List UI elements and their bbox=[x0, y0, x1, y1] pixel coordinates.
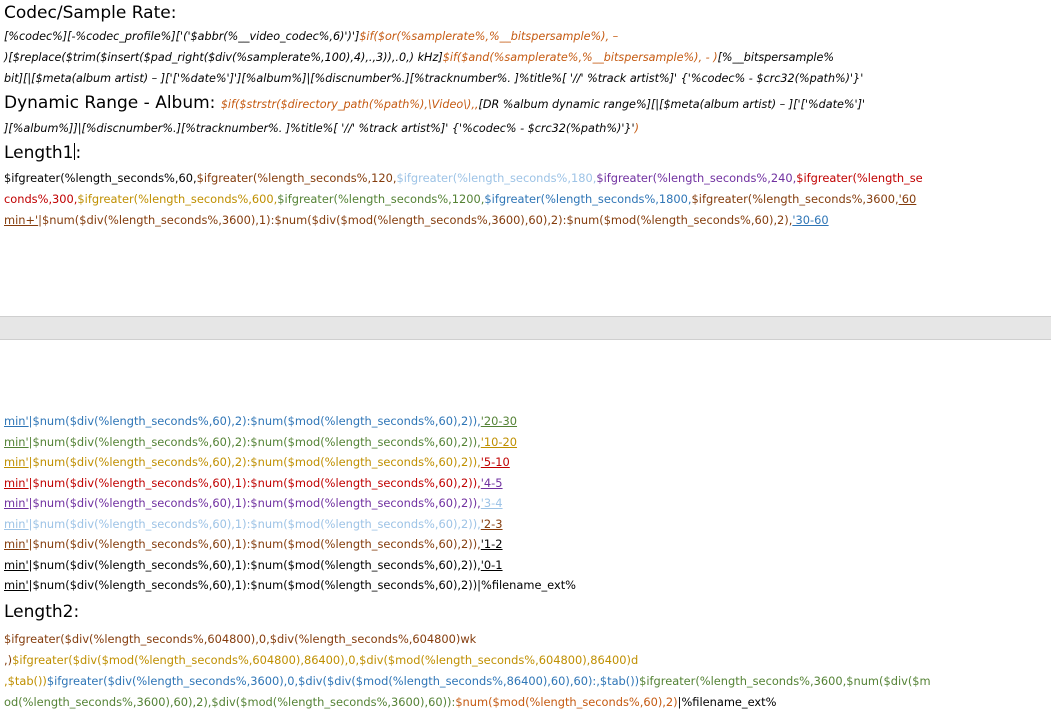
code-token: '2-3 bbox=[480, 516, 503, 531]
heading-length1-label: Length1 bbox=[4, 143, 74, 163]
heading-length2: Length2: bbox=[4, 602, 80, 622]
heading-dynamic-range-label: Dynamic Range - Album: bbox=[4, 93, 216, 113]
code-token: |$num($div(%length_seconds%,3600),1):$nu… bbox=[38, 213, 793, 227]
code-token: od(%length_seconds%,3600),60),2),$div($m… bbox=[4, 695, 456, 709]
code-token: [%codec%][-%codec_profile%]['('$abbr(%__… bbox=[4, 30, 360, 43]
code-line: min'|$num($div(%length_seconds%,60),1):$… bbox=[4, 555, 503, 576]
code-line: bit][|[$meta(album artist) – ]['['%date%… bbox=[4, 68, 863, 89]
code-token: $if($strstr($directory_path(%path%),\Vid… bbox=[220, 98, 479, 111]
code-token: ,$tab()) bbox=[4, 674, 47, 688]
code-token: [%__bitspersample% bbox=[717, 51, 835, 64]
code-token: |$num($div(%length_seconds%,60),2):$num(… bbox=[28, 434, 481, 449]
page-break-gap bbox=[0, 316, 1051, 340]
code-line: min'|$num($div(%length_seconds%,60),1):$… bbox=[4, 575, 576, 596]
code-token: '3-4 bbox=[480, 496, 503, 510]
heading-dynamic-range-album: Dynamic Range - Album: $if($strstr($dire… bbox=[4, 93, 865, 113]
code-token: |$num($div(%length_seconds%,60),1):$num(… bbox=[28, 578, 577, 592]
code-token: $ifgreater(%length_seconds%,3600, bbox=[691, 192, 899, 206]
heading-length1-colon: : bbox=[75, 143, 82, 163]
code-line: ,)$ifgreater($div($mod(%length_seconds%,… bbox=[4, 650, 638, 671]
document-page-1[interactable]: Codec/Sample Rate: [%codec%][-%codec_pro… bbox=[0, 0, 1051, 316]
code-token: '5-10 bbox=[480, 455, 510, 469]
code-token: ][%album%]]|[%discnumber%.][%tracknumber… bbox=[4, 122, 635, 135]
code-token: $ifgreater(%length_seconds%,3600,$num($d… bbox=[639, 674, 931, 688]
code-token: $ifgreater(%length_seconds%,180, bbox=[396, 171, 597, 185]
code-line: $ifgreater(%length_seconds%,60,$ifgreate… bbox=[4, 168, 923, 189]
code-line: min+'|$num($div(%length_seconds%,3600),1… bbox=[4, 210, 829, 231]
heading-codec-sample-rate: Codec/Sample Rate: bbox=[4, 3, 177, 23]
code-token: min' bbox=[4, 434, 29, 449]
code-token: min' bbox=[4, 455, 29, 469]
code-token: conds%,300, bbox=[4, 192, 78, 206]
code-token: |$num($div(%length_seconds%,60),1):$num(… bbox=[28, 557, 481, 572]
dynamic-range-format-first-line: $if($strstr($directory_path(%path%),\Vid… bbox=[221, 98, 865, 111]
code-line: min'|$num($div(%length_seconds%,60),1):$… bbox=[4, 473, 503, 494]
code-token: $ifgreater(%length_seconds%,1800, bbox=[484, 192, 692, 206]
code-line: $ifgreater($div(%length_seconds%,604800)… bbox=[4, 629, 476, 650]
code-line: conds%,300,$ifgreater(%length_seconds%,6… bbox=[4, 189, 916, 210]
code-token: [DR %album dynamic range%][|[$meta(album… bbox=[478, 98, 866, 111]
heading-length1: Length1: bbox=[4, 143, 81, 163]
code-line: od(%length_seconds%,3600),60),2),$div($m… bbox=[4, 692, 776, 713]
code-token: $if($or(%samplerate%,%__bitspersample%),… bbox=[359, 30, 619, 43]
code-token: |$num($div(%length_seconds%,60),1):$num(… bbox=[28, 537, 481, 551]
code-token: $ifgreater($div($mod(%length_seconds%,60… bbox=[12, 653, 639, 667]
code-token: |$num($div(%length_seconds%,60),2):$num(… bbox=[28, 455, 481, 469]
code-token: ,) bbox=[4, 653, 13, 667]
code-token: |$num($div(%length_seconds%,60),1):$num(… bbox=[28, 516, 481, 531]
code-token: min' bbox=[4, 537, 29, 551]
code-token: |$num($div(%length_seconds%,60),1):$num(… bbox=[28, 496, 481, 510]
code-token: $if($and(%samplerate%,%__bitspersample%)… bbox=[442, 51, 718, 64]
code-token: $ifgreater(%length_seconds%,1200, bbox=[277, 192, 485, 206]
code-token: |%filename_ext% bbox=[677, 695, 777, 709]
code-token: min' bbox=[4, 578, 29, 592]
code-token: bit][|[$meta(album artist) – ]['['%date%… bbox=[4, 72, 864, 85]
code-token: min+' bbox=[4, 213, 39, 227]
code-line: min'|$num($div(%length_seconds%,60),1):$… bbox=[4, 514, 503, 535]
code-token: '30-60 bbox=[792, 213, 829, 227]
code-line: min'|$num($div(%length_seconds%,60),2):$… bbox=[4, 432, 517, 453]
code-token: min' bbox=[4, 496, 29, 510]
code-line: min'|$num($div(%length_seconds%,60),1):$… bbox=[4, 493, 503, 514]
code-token: min' bbox=[4, 475, 29, 490]
code-token: $ifgreater(%length_seconds%,120, bbox=[196, 171, 397, 185]
code-token: '0-1 bbox=[480, 557, 503, 572]
code-token: $ifgreater(%length_seconds%,60, bbox=[4, 171, 197, 185]
code-token: $num($mod(%length_seconds%,60),2) bbox=[455, 695, 678, 709]
code-token: '4-5 bbox=[480, 475, 503, 490]
code-token: $ifgreater($div(%length_seconds%,604800)… bbox=[4, 632, 477, 646]
code-line: min'|$num($div(%length_seconds%,60),1):$… bbox=[4, 534, 503, 555]
code-line: ,$tab())$ifgreater($div(%length_seconds%… bbox=[4, 671, 931, 692]
code-token: $ifgreater(%length_se bbox=[796, 171, 923, 185]
code-token: '10-20 bbox=[480, 434, 518, 449]
code-line: min'|$num($div(%length_seconds%,60),2):$… bbox=[4, 452, 510, 473]
code-token: $ifgreater(%length_seconds%,600, bbox=[77, 192, 278, 206]
code-line: min'|$num($div(%length_seconds%,60),2):$… bbox=[4, 411, 517, 432]
document-page-2[interactable]: min'|$num($div(%length_seconds%,60),2):$… bbox=[0, 340, 1051, 715]
code-token: ) bbox=[634, 122, 639, 135]
code-token: '60 bbox=[898, 192, 917, 206]
code-token: )[$replace($trim($insert($pad_right($div… bbox=[4, 51, 443, 64]
code-line: ][%album%]]|[%discnumber%.][%tracknumber… bbox=[4, 118, 639, 139]
code-line: )[$replace($trim($insert($pad_right($div… bbox=[4, 47, 834, 68]
code-token: $ifgreater(%length_seconds%,240, bbox=[596, 171, 797, 185]
code-token: min' bbox=[4, 414, 29, 428]
code-token: min' bbox=[4, 516, 29, 531]
code-line: [%codec%][-%codec_profile%]['('$abbr(%__… bbox=[4, 26, 618, 47]
code-token: $ifgreater($div(%length_seconds%,3600),0… bbox=[46, 674, 640, 688]
code-token: |$num($div(%length_seconds%,60),1):$num(… bbox=[28, 475, 481, 490]
code-token: '1-2 bbox=[480, 537, 503, 551]
code-token: '20-30 bbox=[480, 414, 518, 428]
code-token: min' bbox=[4, 557, 29, 572]
code-token: |$num($div(%length_seconds%,60),2):$num(… bbox=[28, 414, 481, 428]
